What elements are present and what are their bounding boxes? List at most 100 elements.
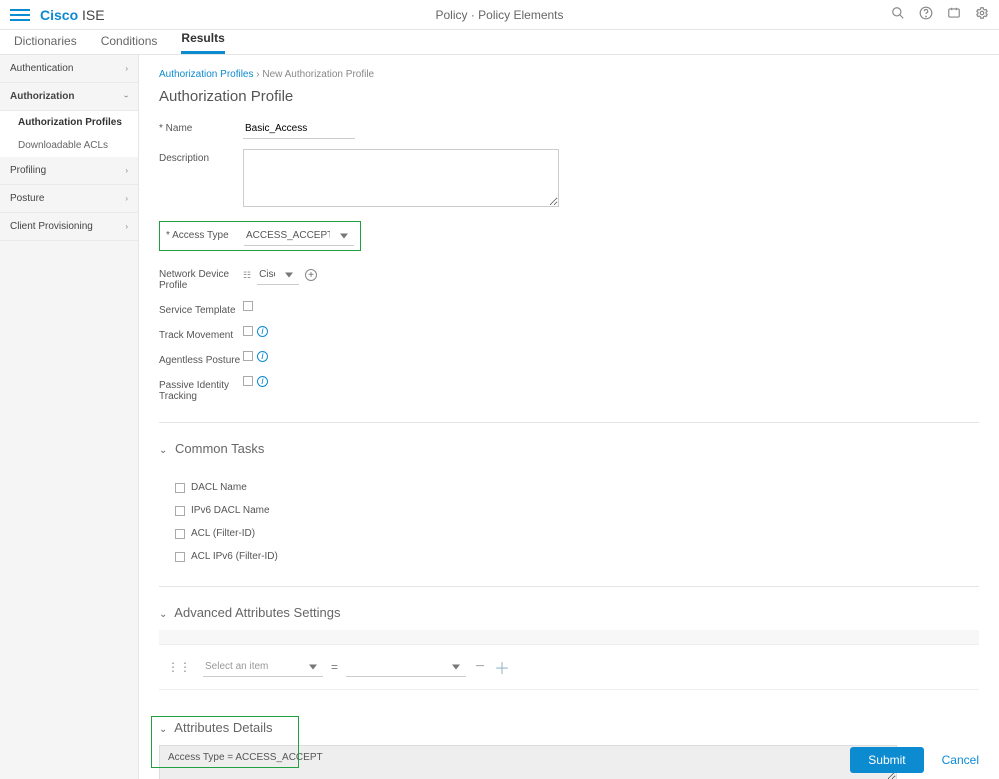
task-label-dacl: DACL Name (191, 482, 247, 493)
dacl-checkbox[interactable] (175, 483, 185, 493)
info-icon[interactable]: i (257, 351, 268, 362)
sidebar-item-authorization[interactable]: Authorization › (0, 83, 138, 111)
row-access-type: Access Type ACCESS_ACCEPT (166, 226, 354, 246)
sidebar-item-posture[interactable]: Posture › (0, 185, 138, 213)
label-passive-identity: Passive Identity Tracking (159, 376, 243, 402)
sidebar-submenu: Authorization Profiles Downloadable ACLs (0, 111, 138, 157)
info-icon[interactable]: i (257, 376, 268, 387)
label-track-movement: Track Movement (159, 326, 243, 341)
label-agentless-posture: Agentless Posture (159, 351, 243, 366)
brand-cisco: Cisco (40, 7, 78, 23)
chevron-right-icon: › (125, 194, 128, 203)
highlight-access-type: Access Type ACCESS_ACCEPT (159, 221, 361, 251)
task-ipv6dacl[interactable]: IPv6 DACL Name (175, 505, 979, 516)
gear-icon[interactable] (975, 6, 989, 23)
chevron-right-icon: › (125, 222, 128, 231)
row-agentless-posture: Agentless Posture i (159, 351, 979, 366)
label-service-template: Service Template (159, 301, 243, 316)
sidebar-item-auth-profiles[interactable]: Authorization Profiles (0, 111, 138, 134)
search-icon[interactable] (891, 6, 905, 23)
sidebar-item-profiling[interactable]: Profiling › (0, 157, 138, 185)
acl-checkbox[interactable] (175, 529, 185, 539)
tab-dictionaries[interactable]: Dictionaries (14, 34, 77, 54)
help-icon[interactable] (919, 6, 933, 23)
task-label-acl: ACL (Filter-ID) (191, 528, 255, 539)
row-description: Description (159, 149, 979, 207)
label-description: Description (159, 149, 243, 164)
add-ndp-button[interactable]: + (305, 269, 317, 281)
sidebar-item-client-provisioning[interactable]: Client Provisioning › (0, 213, 138, 241)
adv-val-select-wrap (346, 657, 466, 677)
task-dacl[interactable]: DACL Name (175, 482, 979, 493)
adv-val-select[interactable] (346, 657, 466, 677)
tools-icon[interactable] (947, 6, 961, 23)
remove-attribute-button[interactable]: − (472, 658, 488, 676)
access-type-select[interactable]: ACCESS_ACCEPT (244, 226, 354, 246)
tab-conditions[interactable]: Conditions (101, 34, 158, 54)
task-acl[interactable]: ACL (Filter-ID) (175, 528, 979, 539)
row-name: Name (159, 119, 979, 139)
sidebar-label-posture: Posture (10, 193, 44, 204)
access-type-select-wrap: ACCESS_ACCEPT (244, 226, 354, 246)
breadcrumb-current: New Authorization Profile (262, 69, 374, 80)
ndp-icon: ☷ (243, 270, 251, 281)
task-label-aclv6: ACL IPv6 (Filter-ID) (191, 551, 278, 562)
equals-label: = (331, 660, 338, 674)
ndp-select-wrap: Cisco (257, 265, 299, 285)
label-name: Name (159, 119, 243, 134)
row-passive-identity: Passive Identity Tracking i (159, 376, 979, 402)
agentless-posture-checkbox[interactable] (243, 351, 253, 361)
sidebar-label-authorization: Authorization (10, 91, 74, 102)
breadcrumb-link[interactable]: Authorization Profiles (159, 69, 254, 80)
hamburger-menu-icon[interactable] (10, 5, 30, 25)
page-breadcrumb-top: Policy · Policy Elements (435, 8, 563, 22)
description-input[interactable] (243, 149, 559, 207)
label-ndp: Network Device Profile (159, 265, 243, 291)
top-bar: Cisco ISE Policy · Policy Elements (0, 0, 999, 30)
chevron-right-icon: › (125, 166, 128, 175)
footer-buttons: Submit Cancel (850, 747, 979, 773)
row-service-template: Service Template (159, 301, 979, 316)
common-tasks-list[interactable]: DACL Name IPv6 DACL Name ACL (Filter-ID)… (159, 466, 979, 566)
aclv6-checkbox[interactable] (175, 552, 185, 562)
section-common-tasks[interactable]: ⌄ Common Tasks (159, 441, 979, 456)
sidebar-label-client-prov: Client Provisioning (10, 221, 93, 232)
highlight-attrib-details (151, 716, 299, 768)
sidebar-item-dacls[interactable]: Downloadable ACLs (0, 134, 138, 157)
label-access-type: Access Type (166, 226, 244, 241)
section-advanced[interactable]: ⌄ Advanced Attributes Settings (159, 605, 979, 620)
service-template-checkbox[interactable] (243, 301, 253, 311)
sidebar-label-profiling: Profiling (10, 165, 46, 176)
name-input[interactable] (243, 119, 355, 139)
content-area: Authorization Profiles › New Authorizati… (139, 55, 999, 779)
cancel-button[interactable]: Cancel (942, 753, 979, 767)
add-attribute-button[interactable]: ＋ (494, 655, 510, 679)
drag-handle-icon[interactable]: ⋮⋮ (167, 660, 191, 674)
sidebar: Authentication › Authorization › Authori… (0, 55, 139, 779)
advanced-attribute-row: ⋮⋮ Select an item = − ＋ (159, 644, 979, 690)
tab-bar: Dictionaries Conditions Results (0, 30, 999, 55)
task-aclv6[interactable]: ACL IPv6 (Filter-ID) (175, 551, 979, 562)
ndp-select[interactable]: Cisco (257, 265, 299, 285)
submit-button[interactable]: Submit (850, 747, 923, 773)
sidebar-item-authentication[interactable]: Authentication › (0, 55, 138, 83)
info-icon[interactable]: i (257, 326, 268, 337)
task-label-ipv6dacl: IPv6 DACL Name (191, 505, 270, 516)
top-icons (891, 6, 989, 23)
chevron-down-icon: ⌄ (159, 609, 167, 620)
sidebar-label-authentication: Authentication (10, 63, 73, 74)
brand-ise: ISE (82, 7, 105, 23)
brand: Cisco ISE (40, 7, 105, 23)
page-title: Authorization Profile (159, 88, 979, 105)
row-track-movement: Track Movement i (159, 326, 979, 341)
adv-key-select-wrap: Select an item (203, 657, 323, 677)
adv-key-select[interactable]: Select an item (203, 657, 323, 677)
tab-results[interactable]: Results (181, 31, 224, 54)
ipv6dacl-checkbox[interactable] (175, 506, 185, 516)
section-advanced-label: Advanced Attributes Settings (174, 605, 340, 620)
track-movement-checkbox[interactable] (243, 326, 253, 336)
main-area: Authentication › Authorization › Authori… (0, 55, 999, 779)
passive-identity-checkbox[interactable] (243, 376, 253, 386)
chevron-down-icon: › (122, 95, 131, 98)
breadcrumb: Authorization Profiles › New Authorizati… (159, 69, 979, 80)
